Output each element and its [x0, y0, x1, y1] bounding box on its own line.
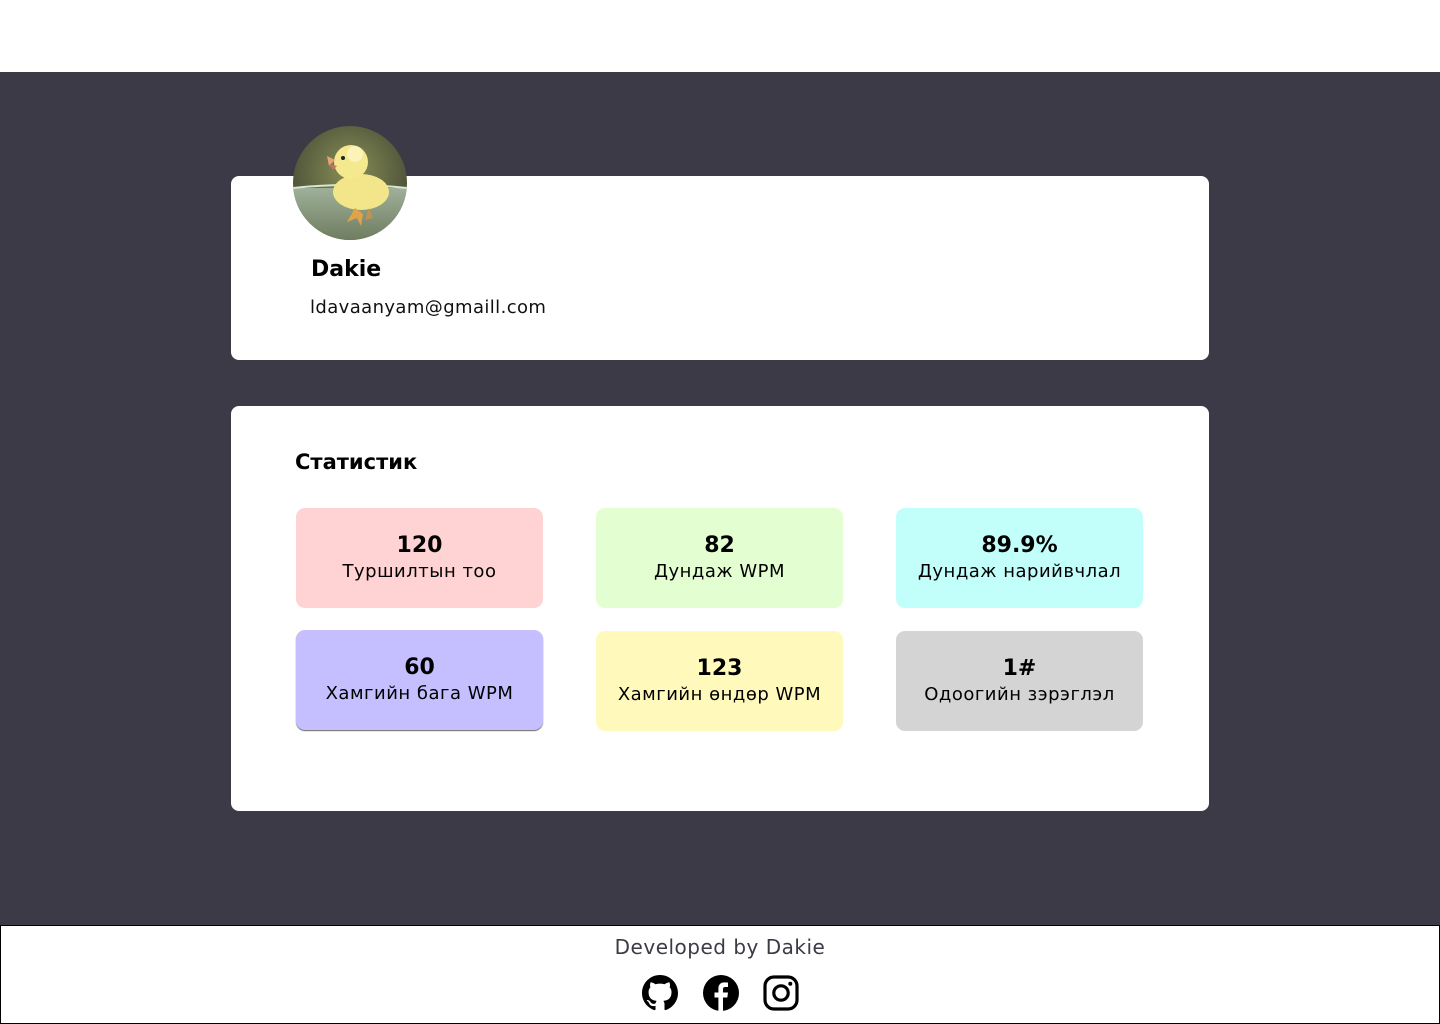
stat-label: Хамгийн бага WPM [325, 683, 514, 704]
instagram-icon[interactable] [763, 975, 799, 1011]
stat-value: 1# [1002, 656, 1037, 681]
footer: Developed by Dakie [0, 925, 1440, 1024]
facebook-icon[interactable] [703, 975, 739, 1011]
stat-tile-average-wpm: 82 Дундаж WPM [596, 508, 843, 608]
stat-tile-current-rank: 1# Одоогийн зэрэглэл [896, 631, 1143, 731]
duckling-icon [293, 126, 407, 240]
stat-tile-average-accuracy: 89.9% Дундаж нарийвчлал [896, 508, 1143, 608]
stat-value: 120 [396, 533, 443, 558]
stat-value: 82 [704, 533, 735, 558]
stat-label: Туршилтын тоо [342, 561, 497, 582]
user-name: Dakie [311, 257, 382, 282]
github-icon[interactable] [642, 975, 678, 1011]
top-bar [0, 0, 1440, 72]
stat-label: Одоогийн зэрэглэл [924, 684, 1115, 705]
stat-tile-max-wpm: 123 Хамгийн өндөр WPM [596, 631, 843, 731]
stat-value: 60 [404, 655, 435, 680]
stat-tile-tests: 120 Туршилтын тоо [296, 508, 543, 608]
stat-label: Дундаж нарийвчлал [917, 561, 1122, 582]
stat-value: 123 [696, 656, 743, 681]
avatar [293, 126, 407, 240]
footer-credit: Developed by Dakie [614, 935, 826, 959]
statistics-card: Статистик 120 Туршилтын тоо 82 Дундаж WP… [231, 406, 1209, 811]
stat-label: Хамгийн өндөр WPM [617, 684, 822, 705]
statistics-title: Статистик [295, 450, 418, 474]
stat-value: 89.9% [981, 533, 1058, 558]
user-email: ldavaanyam@gmaill.com [310, 297, 547, 318]
stat-tile-min-wpm: 60 Хамгийн бага WPM [296, 630, 543, 730]
main-area: Dakie ldavaanyam@gmaill.com Статистик 12… [0, 72, 1440, 925]
stat-label: Дундаж WPM [653, 561, 786, 582]
